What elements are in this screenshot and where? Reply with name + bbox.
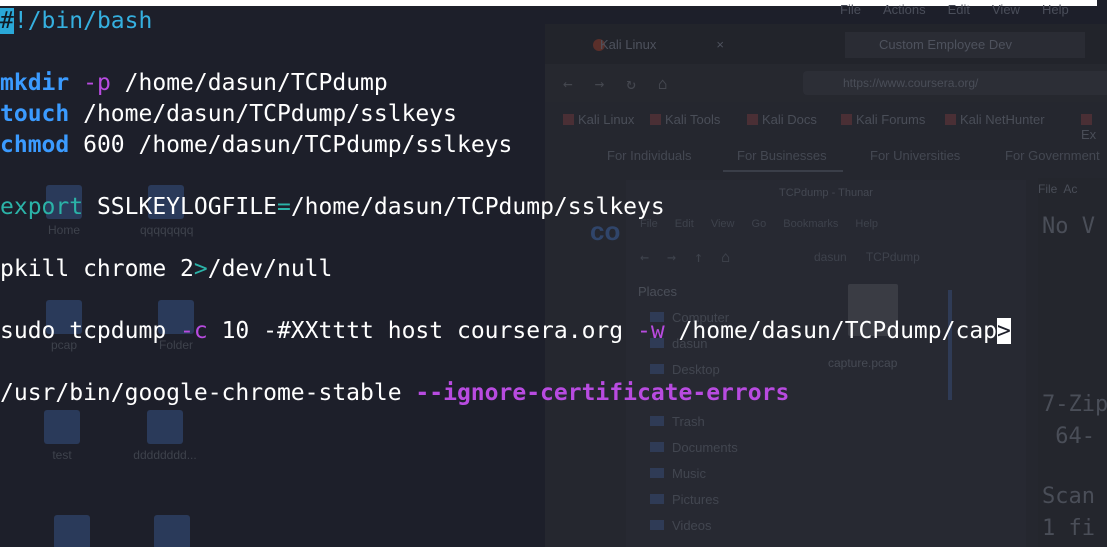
script-line-pkill[interactable]: pkill chrome 2>/dev/null [0,254,332,285]
command-text: /usr/bin/google-chrome-stable [0,380,416,406]
export-keyword: export [0,194,84,220]
script-line-shebang[interactable]: #!/bin/bash [0,6,152,37]
command-text: pkill chrome 2 [0,256,194,282]
command-keyword: touch [0,101,70,127]
script-line-tcpdump[interactable]: sudo tcpdump -c 10 -#XXtttt host courser… [0,316,1011,347]
command-args: /home/dasun/TCPdump/sslkeys [69,101,457,127]
env-var-value: /home/dasun/TCPdump/sslkeys [290,194,665,220]
text-cursor: # [0,8,14,34]
script-line-chrome[interactable]: /usr/bin/google-chrome-stable --ignore-c… [0,378,789,409]
command-keyword: chmod [0,132,70,158]
command-flag: -w [636,318,665,344]
command-flag: -c [180,318,208,344]
command-keyword: mkdir [0,70,70,96]
script-line-mkdir[interactable]: mkdir -p /home/dasun/TCPdump [0,68,388,99]
script-line-export[interactable]: export SSLKEYLOGFILE=/home/dasun/TCPdump… [0,192,665,223]
shebang-text: !/bin/bash [13,8,153,34]
command-flag: -p [83,70,111,96]
command-args: 10 -#XXtttt host coursera.org [207,318,637,344]
command-args: 600 /home/dasun/TCPdump/sslkeys [69,132,513,158]
command-args: /home/dasun/TCPdump [110,70,388,96]
script-line-touch[interactable]: touch /home/dasun/TCPdump/sslkeys [0,99,457,130]
redirect-operator: > [193,256,208,282]
assign-operator: = [276,194,291,220]
script-line-chmod[interactable]: chmod 600 /home/dasun/TCPdump/sslkeys [0,130,512,161]
line-overflow-marker: > [997,318,1011,344]
command-args: /dev/null [207,256,333,282]
command-flag: --ignore-certificate-errors [415,380,790,406]
env-var-name: SSLKEYLOGFILE [83,194,277,220]
terminal-editor[interactable]: #!/bin/bash mkdir -p /home/dasun/TCPdump… [0,0,1107,547]
command-args: /home/dasun/TCPdump/cap [664,318,998,344]
command-text: sudo tcpdump [0,318,181,344]
